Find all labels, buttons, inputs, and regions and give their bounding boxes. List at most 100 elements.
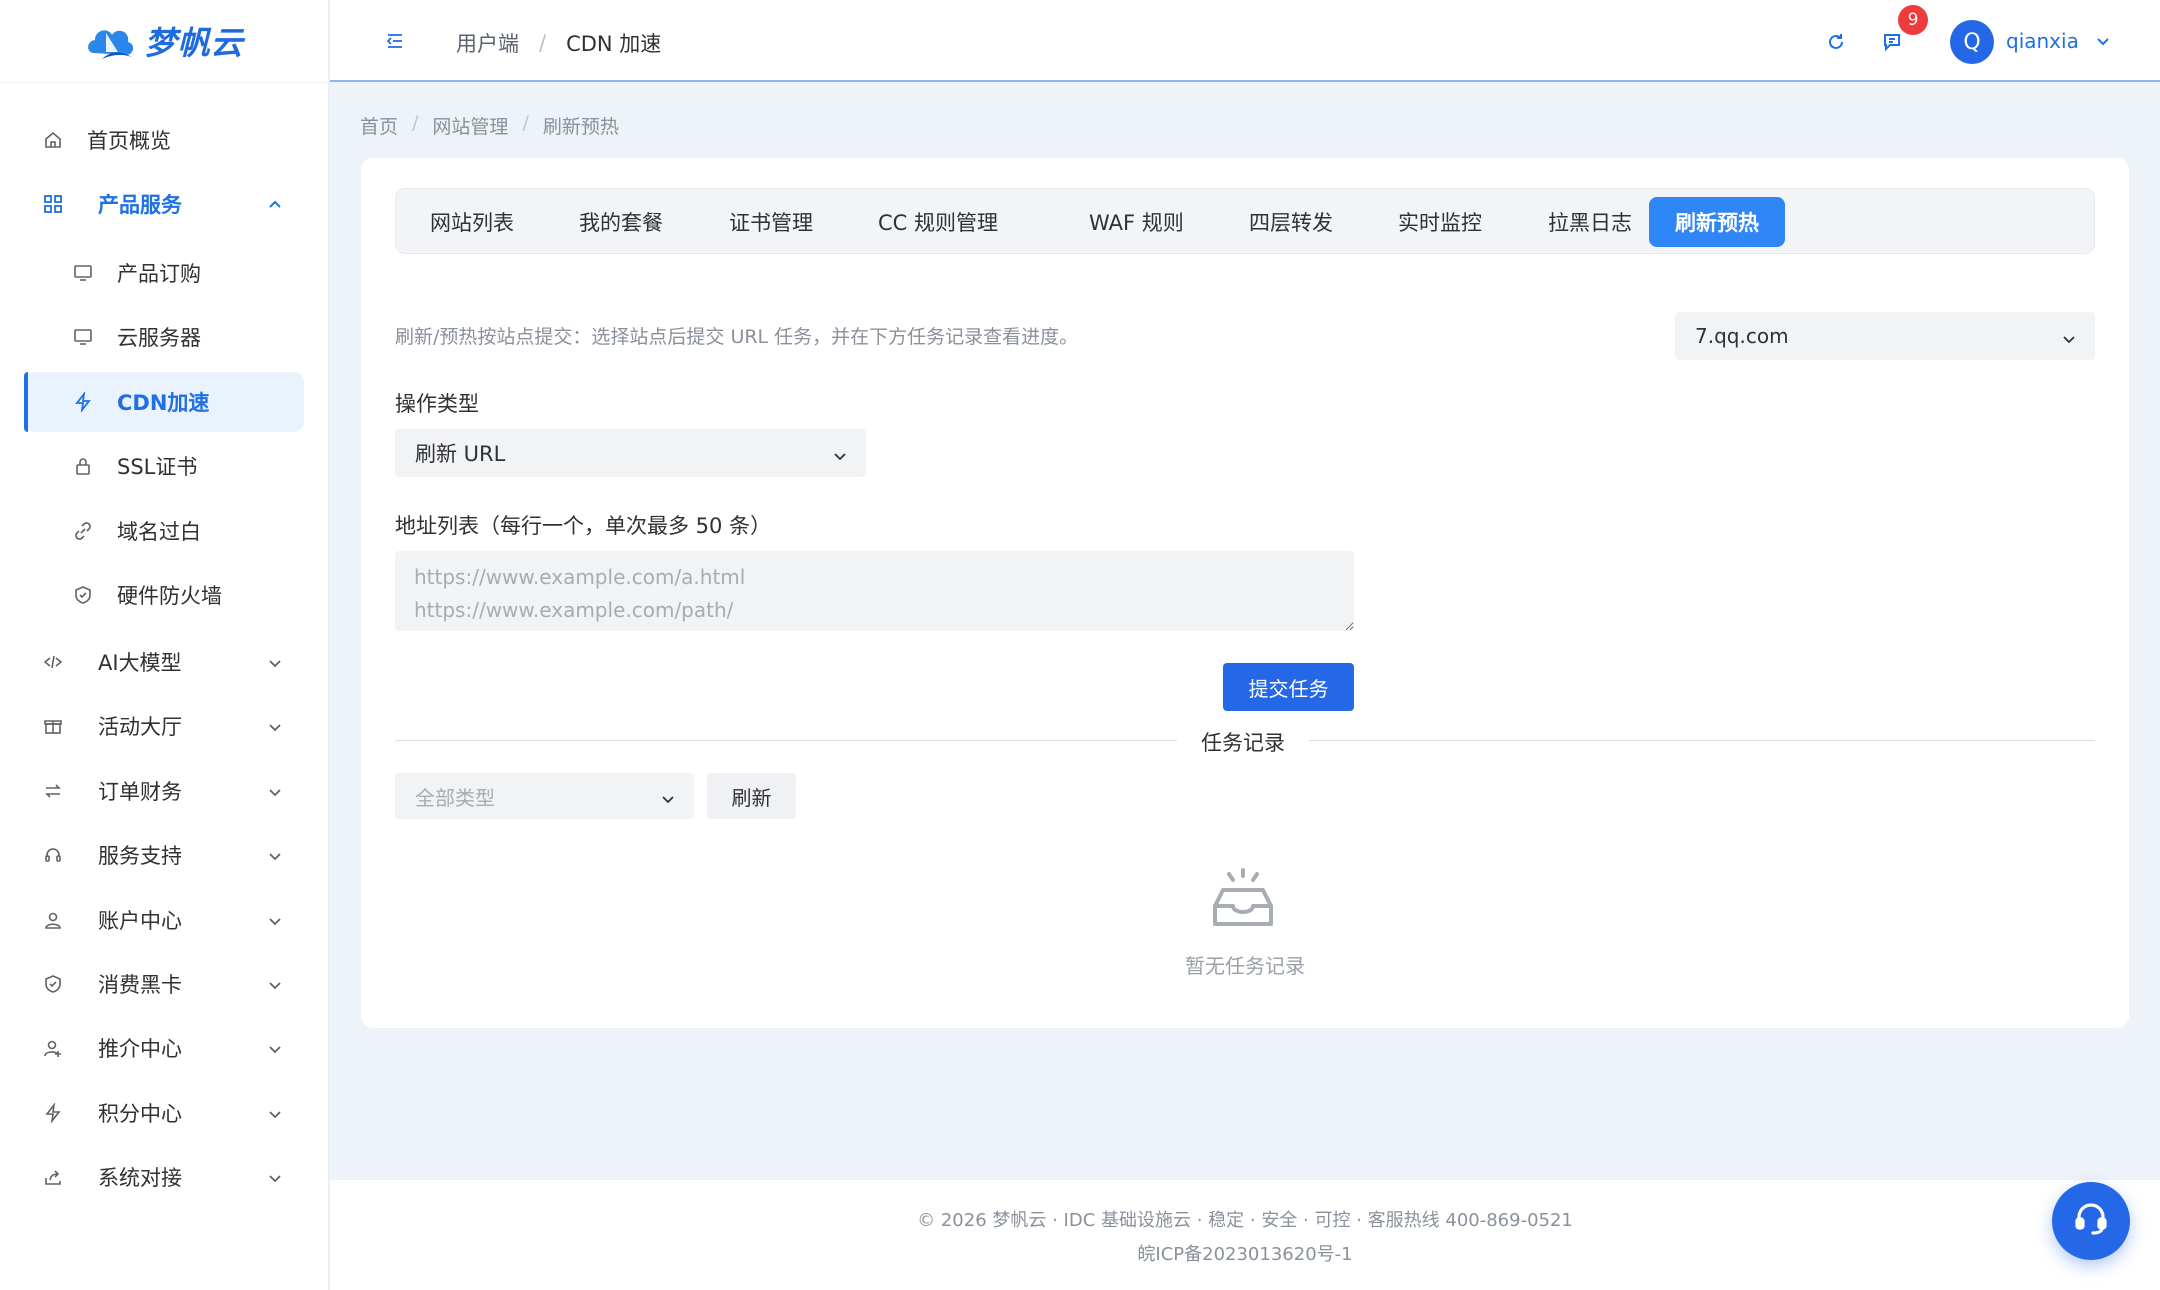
url-list-label: 地址列表（每行一个，单次最多 50 条） xyxy=(395,514,772,538)
grid-icon xyxy=(42,193,64,215)
chevron-down-icon xyxy=(660,788,676,804)
customer-support-button[interactable] xyxy=(2052,1182,2130,1260)
sidebar-item-cdn[interactable]: CDN加速 xyxy=(24,372,304,432)
sidebar-group-8[interactable]: 系统对接 xyxy=(0,1147,329,1207)
refresh-icon[interactable] xyxy=(1824,30,1848,54)
sidebar-item-home[interactable]: 首页概览 xyxy=(0,110,329,170)
footer: © 2026 梦帆云 · IDC 基础设施云 · 稳定 · 安全 · 可控 · … xyxy=(330,1180,2160,1290)
chevron-down-icon[interactable] xyxy=(2094,32,2112,50)
sidebar-group-label: 产品服务 xyxy=(98,193,182,217)
collapse-sidebar-icon[interactable] xyxy=(384,30,406,52)
header-breadcrumb-current: CDN 加速 xyxy=(566,32,662,56)
sidebar-group-label: AI大模型 xyxy=(98,651,182,675)
breadcrumb-separator: / xyxy=(539,31,547,55)
main-card: 网站列表 我的套餐 证书管理 CC 规则管理 WAF 规则 四层转发 实时监控 … xyxy=(361,158,2129,1028)
exchange-icon xyxy=(42,780,64,802)
brand-logo[interactable]: 梦帆云 xyxy=(0,0,328,83)
sidebar-group-0[interactable]: AI大模型 xyxy=(0,632,329,692)
shield-icon xyxy=(72,584,94,606)
chevron-down-icon xyxy=(2061,328,2077,344)
footer-icp[interactable]: 皖ICP备2023013620号-1 xyxy=(330,1240,2160,1266)
submit-task-button[interactable]: 提交任务 xyxy=(1223,663,1354,711)
sidebar-item-product-order[interactable]: 产品订购 xyxy=(0,243,329,303)
sidebar-group-3[interactable]: 服务支持 xyxy=(0,825,329,885)
sidebar-group-products[interactable]: 产品服务 xyxy=(0,174,329,234)
sidebar-group-7[interactable]: 积分中心 xyxy=(0,1083,329,1143)
tab-refresh-preheat[interactable]: 刷新预热 xyxy=(1649,197,1785,247)
headset-icon xyxy=(42,844,64,866)
task-records-title: 任务记录 xyxy=(1177,727,1309,757)
sidebar-group-6[interactable]: 推介中心 xyxy=(0,1018,329,1078)
monitor-icon xyxy=(72,262,94,284)
header-breadcrumb-root[interactable]: 用户端 xyxy=(456,28,519,58)
sidebar-item-label: 云服务器 xyxy=(117,326,201,350)
breadcrumb: 首页 / 网站管理 / 刷新预热 xyxy=(360,112,619,139)
cloud-logo-icon xyxy=(84,19,136,63)
breadcrumb-site-management[interactable]: 网站管理 xyxy=(432,112,508,139)
breadcrumb-separator: / xyxy=(412,112,419,134)
tab-my-plan[interactable]: 我的套餐 xyxy=(553,197,689,247)
sidebar-item-domain-whitelist[interactable]: 域名过白 xyxy=(0,501,329,561)
form-hint: 刷新/预热按站点提交：选择站点后提交 URL 任务，并在下方任务记录查看进度。 xyxy=(395,326,1079,348)
link-icon xyxy=(72,520,94,542)
gift-icon xyxy=(42,715,64,737)
avatar[interactable]: Q xyxy=(1950,20,1994,64)
tab-waf-rules[interactable]: WAF 规则 xyxy=(1063,197,1210,247)
task-type-filter[interactable]: 全部类型 xyxy=(395,773,694,819)
code-icon xyxy=(42,651,64,673)
sidebar-group-label: 服务支持 xyxy=(98,844,182,868)
sidebar-group-2[interactable]: 订单财务 xyxy=(0,761,329,821)
header-breadcrumb: 用户端 / CDN 加速 xyxy=(456,28,661,58)
chevron-down-icon xyxy=(266,911,284,929)
chevron-down-icon xyxy=(832,445,848,461)
sidebar-group-5[interactable]: 消费黑卡 xyxy=(0,954,329,1014)
bolt-icon xyxy=(72,391,94,413)
task-type-placeholder: 全部类型 xyxy=(415,785,495,810)
message-icon[interactable] xyxy=(1880,30,1904,54)
site-select[interactable]: 7.qq.com xyxy=(1675,312,2095,360)
sidebar-group-label: 活动大厅 xyxy=(98,715,182,739)
breadcrumb-home[interactable]: 首页 xyxy=(360,112,398,139)
tab-l4-forwarding[interactable]: 四层转发 xyxy=(1223,197,1359,247)
username[interactable]: qianxia xyxy=(2006,29,2079,53)
sidebar-item-label: 域名过白 xyxy=(117,520,201,544)
breadcrumb-current: 刷新预热 xyxy=(542,116,619,138)
sidebar-item-label: 产品订购 xyxy=(117,262,201,286)
sidebar-group-label: 订单财务 xyxy=(98,780,182,804)
url-list-textarea[interactable] xyxy=(395,551,1354,631)
top-header: 用户端 / CDN 加速 9 Q qianxia xyxy=(330,0,2160,82)
sidebar-item-cloud-server[interactable]: 云服务器 xyxy=(0,307,329,367)
operation-type-select[interactable]: 刷新 URL xyxy=(395,429,866,477)
sidebar: 梦帆云 首页概览 产品服务 产品订购 云服务器 CDN加速 SSL证书 域名过白 xyxy=(0,0,329,1290)
brand-name: 梦帆云 xyxy=(144,24,244,62)
tab-bar: 网站列表 我的套餐 证书管理 CC 规则管理 WAF 规则 四层转发 实时监控 … xyxy=(395,188,2095,254)
tab-cc-rules[interactable]: CC 规则管理 xyxy=(852,197,1024,247)
sidebar-item-firewall[interactable]: 硬件防火墙 xyxy=(0,565,329,625)
sidebar-item-ssl[interactable]: SSL证书 xyxy=(0,436,329,496)
sidebar-item-label: 硬件防火墙 xyxy=(117,584,222,608)
chevron-down-icon xyxy=(266,717,284,735)
tab-cert-management[interactable]: 证书管理 xyxy=(703,197,839,247)
sidebar-item-label: CDN加速 xyxy=(117,391,210,415)
chevron-down-icon xyxy=(266,1168,284,1186)
chevron-down-icon xyxy=(266,782,284,800)
footer-copyright: © 2026 梦帆云 · IDC 基础设施云 · 稳定 · 安全 · 可控 · … xyxy=(917,1210,1573,1231)
refresh-records-button[interactable]: 刷新 xyxy=(707,773,796,819)
tab-realtime-monitor[interactable]: 实时监控 xyxy=(1372,197,1508,247)
sidebar-group-label: 推介中心 xyxy=(98,1037,182,1061)
empty-inbox-icon xyxy=(1211,866,1275,930)
sidebar-group-4[interactable]: 账户中心 xyxy=(0,890,329,950)
tab-site-list[interactable]: 网站列表 xyxy=(404,197,540,247)
sidebar-item-label: SSL证书 xyxy=(117,455,198,479)
user-plus-icon xyxy=(42,1037,64,1059)
tab-block-log[interactable]: 拉黑日志 xyxy=(1522,197,1658,247)
share-icon xyxy=(42,1166,64,1188)
chevron-down-icon xyxy=(266,846,284,864)
operation-type-label: 操作类型 xyxy=(395,392,479,416)
sidebar-group-label: 账户中心 xyxy=(98,909,182,933)
sidebar-group-1[interactable]: 活动大厅 xyxy=(0,696,329,756)
sidebar-group-label: 系统对接 xyxy=(98,1166,182,1190)
monitor-icon xyxy=(72,326,94,348)
bolt-icon xyxy=(42,1102,64,1124)
user-icon xyxy=(42,909,64,931)
